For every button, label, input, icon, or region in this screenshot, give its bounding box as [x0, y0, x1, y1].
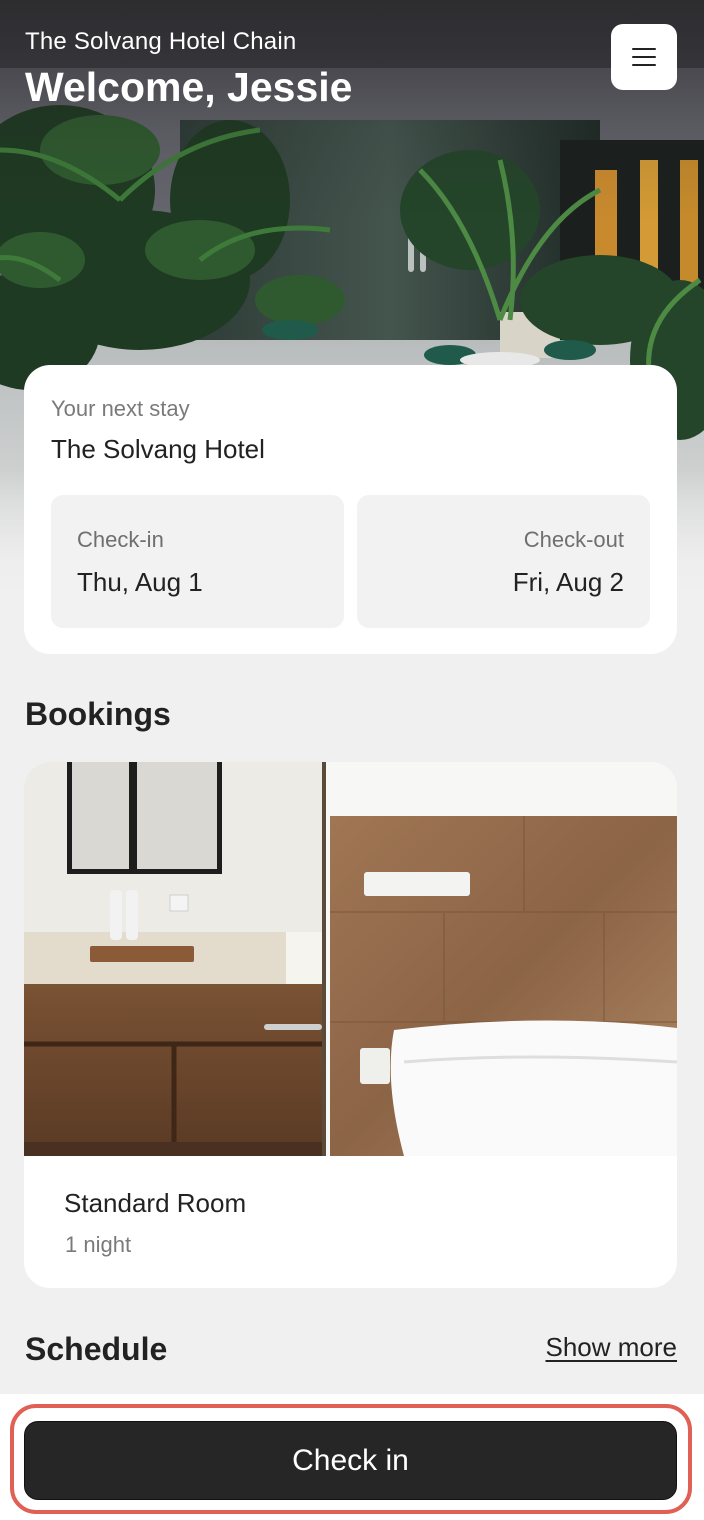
booking-card[interactable]: Standard Room 1 night — [24, 762, 677, 1288]
check-out-label: Check-out — [523, 527, 624, 552]
next-stay-hotel-name: The Solvang Hotel — [51, 434, 265, 464]
hamburger-menu-icon — [632, 48, 656, 66]
menu-icon-bar — [632, 48, 656, 50]
menu-icon-bar — [632, 56, 656, 58]
bookings-heading: Bookings — [25, 696, 171, 732]
room-name: Standard Room — [64, 1188, 247, 1218]
check-in-button[interactable]: Check in — [24, 1421, 677, 1500]
show-more-link[interactable]: Show more — [546, 1332, 678, 1363]
schedule-heading: Schedule — [25, 1331, 168, 1367]
menu-icon-bar — [632, 64, 656, 66]
next-stay-card[interactable]: Your next stay The Solvang Hotel Check-i… — [24, 365, 677, 654]
check-out-date: Fri, Aug 2 — [512, 567, 624, 597]
brand-name: The Solvang Hotel Chain — [25, 28, 297, 55]
home-screen: The Solvang Hotel Chain Welcome, Jessie … — [0, 0, 704, 1520]
menu-button[interactable] — [611, 24, 677, 90]
check-in-label: Check-in — [77, 527, 164, 552]
check-in-date-box: Check-in Thu, Aug 1 — [51, 495, 344, 628]
check-in-date: Thu, Aug 1 — [77, 567, 203, 597]
check-out-date-box: Check-out Fri, Aug 2 — [357, 495, 650, 628]
room-photo — [24, 762, 677, 1156]
welcome-heading: Welcome, Jessie — [25, 64, 353, 110]
room-nights: 1 night — [65, 1232, 132, 1257]
next-stay-label: Your next stay — [51, 396, 190, 421]
